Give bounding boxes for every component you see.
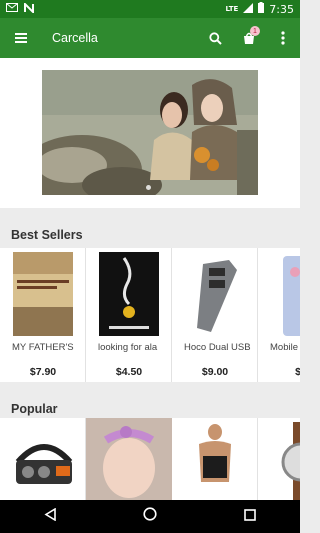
cart-count-badge: 1	[250, 26, 260, 36]
product-name: MY FATHER'S	[12, 342, 74, 353]
mail-icon	[6, 3, 18, 15]
best-sellers-list: MY FATHER'S $7.90 looking for ala $4.50 …	[0, 248, 300, 382]
hero-section	[0, 58, 300, 208]
hero-photo	[42, 70, 258, 195]
product-image	[185, 422, 245, 500]
back-icon	[44, 507, 56, 521]
product-card[interactable]	[172, 418, 258, 500]
app-title: Carcella	[52, 31, 98, 45]
product-name: Mobile	[270, 342, 298, 353]
search-button[interactable]	[198, 18, 232, 58]
app-bar: Carcella 1	[0, 18, 300, 58]
battery-icon	[258, 2, 265, 16]
back-button[interactable]	[44, 507, 56, 526]
product-price: $3	[295, 366, 300, 378]
product-card[interactable]	[0, 418, 86, 500]
product-image	[13, 252, 73, 336]
product-image	[185, 252, 245, 336]
product-image	[271, 422, 300, 500]
product-card[interactable]	[258, 418, 300, 500]
more-vert-icon	[281, 31, 285, 45]
screen: LTE 7:35 Carcella 1 Best Sellers MY FATH…	[0, 0, 300, 533]
product-image	[8, 422, 80, 500]
product-card[interactable]: Hoco Dual USB $9.00	[172, 248, 258, 382]
signal-icon	[243, 2, 254, 16]
search-icon	[208, 31, 222, 45]
hero-banner-image[interactable]	[42, 70, 258, 195]
carousel-indicator[interactable]	[146, 185, 151, 190]
home-button[interactable]	[143, 507, 157, 526]
menu-icon	[15, 33, 27, 43]
product-name: Hoco Dual USB	[184, 342, 251, 353]
menu-button[interactable]	[0, 18, 42, 58]
app-actions: 1	[198, 18, 300, 58]
more-options-button[interactable]	[266, 18, 300, 58]
status-time: 7:35	[269, 2, 294, 16]
recents-icon	[244, 508, 257, 521]
recents-button[interactable]	[244, 508, 257, 526]
popular-list	[0, 418, 300, 500]
product-image	[99, 252, 159, 336]
n-app-icon	[24, 1, 34, 16]
cart-button[interactable]: 1	[232, 18, 266, 58]
product-card[interactable]: Mobile $3	[258, 248, 300, 382]
system-nav-bar	[0, 500, 300, 533]
product-price: $4.50	[115, 366, 143, 378]
product-card[interactable]	[86, 418, 172, 500]
product-price: $9.00	[201, 366, 229, 378]
product-card[interactable]: looking for ala $4.50	[86, 248, 172, 382]
product-name: looking for ala	[98, 342, 158, 353]
home-icon	[143, 507, 157, 521]
best-sellers-heading: Best Sellers	[0, 208, 300, 248]
popular-heading: Popular	[0, 382, 300, 422]
product-image	[271, 252, 300, 336]
product-card[interactable]: MY FATHER'S $7.90	[0, 248, 86, 382]
status-bar: LTE 7:35	[0, 0, 300, 18]
lte-icon: LTE	[225, 5, 239, 13]
product-price: $7.90	[29, 366, 57, 378]
product-image	[86, 418, 172, 500]
